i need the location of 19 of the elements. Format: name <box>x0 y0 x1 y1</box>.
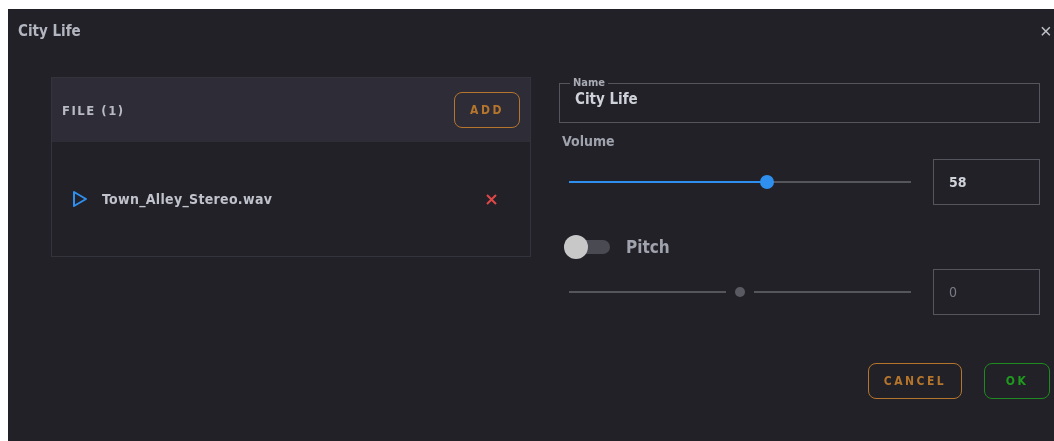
volume-slider[interactable] <box>569 174 911 190</box>
cancel-button[interactable]: CANCEL <box>868 363 962 399</box>
close-button[interactable]: × <box>1040 21 1054 41</box>
delete-icon[interactable] <box>486 193 497 205</box>
volume-thumb[interactable] <box>760 175 775 189</box>
name-label: Name <box>572 77 606 89</box>
pitch-toggle[interactable] <box>564 235 610 259</box>
pitch-label: Pitch <box>626 237 670 257</box>
file-name: Town_Alley_Stereo.wav <box>102 191 274 207</box>
window-title: City Life <box>18 22 81 40</box>
file-count-label: FILE (1) <box>62 102 125 118</box>
ok-button[interactable]: OK <box>984 363 1050 399</box>
pitch-thumb[interactable] <box>735 287 745 297</box>
volume-label: Volume <box>562 133 615 149</box>
volume-input[interactable]: 58 <box>933 159 1040 205</box>
pitch-input[interactable]: 0 <box>933 269 1040 315</box>
play-icon[interactable] <box>72 190 88 208</box>
name-field[interactable]: Name City Life <box>559 77 1040 123</box>
add-button[interactable]: ADD <box>454 92 520 128</box>
